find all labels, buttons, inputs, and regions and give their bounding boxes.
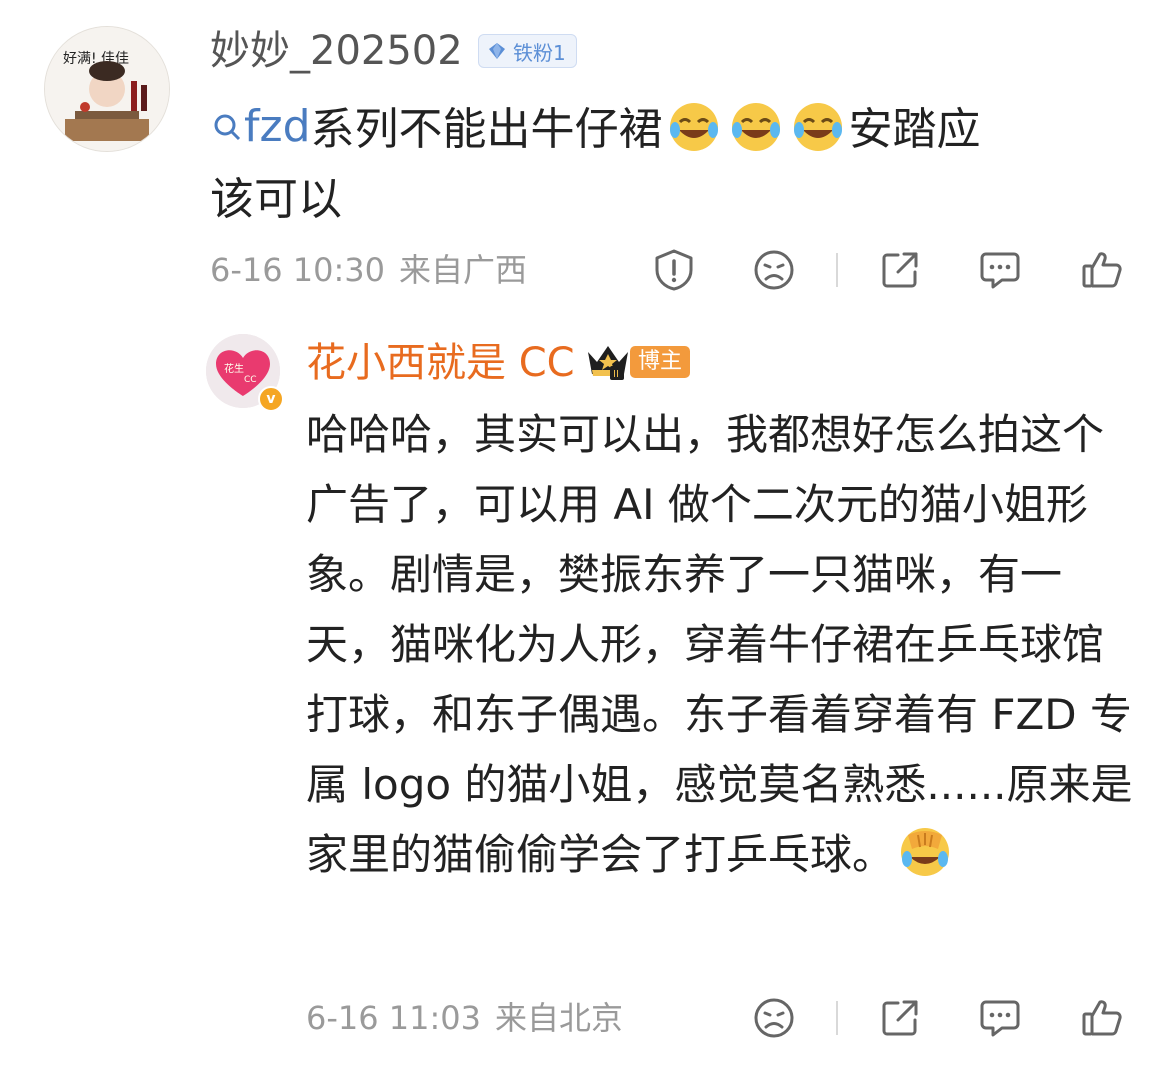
comment-text-part: 该可以 [210,174,342,225]
timestamp: 6-16 11:03 [306,999,482,1037]
avatar[interactable]: 好满! 佳佳 [44,26,170,152]
location: 来自北京 [495,999,624,1037]
username[interactable]: 妙妙_202502 [210,28,463,74]
comment-text: 哈哈哈，其实可以出，我都想好怎么拍这个广告了，可以用 AI 做个二次元的猫小姐形… [306,400,1136,890]
dislike-face-icon [754,250,794,290]
reply-button[interactable] [978,996,1022,1040]
fan-badge[interactable]: 铁粉1 [478,34,577,68]
action-divider [836,253,838,287]
share-button[interactable] [878,996,922,1040]
report-button[interactable] [652,248,696,292]
svg-text:CC: CC [244,375,257,385]
like-button[interactable] [1080,248,1124,292]
laugh-cry-emoji-icon [793,103,842,151]
comment-icon [980,1000,1020,1037]
comment-text-main: 哈哈哈，其实可以出，我都想好怎么拍这个广告了，可以用 AI 做个二次元的猫小姐形… [306,410,1133,879]
comment-meta: 6-16 11:03 来自北京 [306,998,623,1038]
location: 来自广西 [399,251,528,289]
facepalm-laugh-emoji-icon [901,828,950,876]
comment-text-part: 安踏应 [848,104,981,155]
dislike-button[interactable] [752,996,796,1040]
blogger-badge: 博主 [630,346,691,378]
comment-text-part: 系列不能出牛仔裙 [310,104,663,155]
like-icon [1082,1000,1122,1036]
dislike-face-icon [754,998,794,1038]
fan-badge-label: 铁粉1 [513,40,566,65]
dislike-button[interactable] [752,248,796,292]
comment-meta: 6-16 10:30 来自广西 [210,250,527,290]
comment-icon [980,252,1020,289]
share-button[interactable] [878,248,922,292]
svg-text:花生: 花生 [224,362,244,375]
topic-label: fzd [244,101,311,152]
reply-button[interactable] [978,248,1022,292]
like-button[interactable] [1080,996,1124,1040]
topic-link[interactable]: fzd [210,92,311,162]
verified-badge-icon: v [258,386,284,412]
comment-text: fzd 系列不能出牛仔裙 安踏应 该可以 [210,92,1110,235]
timestamp: 6-16 10:30 [210,251,386,289]
report-icon [655,249,693,291]
svg-text:II: II [613,369,619,380]
username[interactable]: 花小西就是 CC [306,340,575,386]
action-divider [836,1001,838,1035]
laugh-cry-emoji-icon [731,103,780,151]
crown-icon: II [588,346,628,380]
like-icon [1082,252,1122,288]
share-icon [882,252,918,288]
diamond-icon [489,43,505,59]
laugh-cry-emoji-icon [669,103,718,151]
search-icon [214,114,241,141]
share-icon [882,1000,918,1036]
